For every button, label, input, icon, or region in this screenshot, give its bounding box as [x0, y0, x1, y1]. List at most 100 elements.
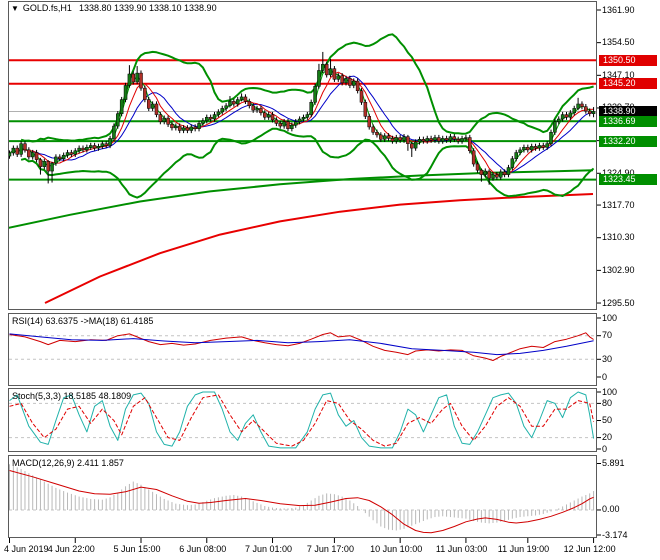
bull-candle — [433, 137, 437, 141]
bull-candle — [309, 101, 313, 115]
bear-candle — [263, 112, 267, 118]
price-axis-label: 1354.50 — [602, 37, 635, 48]
bull-candle — [498, 171, 503, 178]
bear-candle — [359, 90, 364, 103]
bull-candle — [568, 112, 573, 118]
bull-candle — [394, 137, 399, 142]
bear-candle — [564, 114, 569, 118]
bear-candle — [355, 80, 360, 92]
bear-candle — [139, 72, 143, 89]
time-axis-label: 6 Jun 08:00 — [179, 544, 227, 554]
bear-candle — [243, 96, 248, 102]
price-badge-red: 1345.20 — [599, 78, 657, 90]
macd-axis-label: -3.174 — [602, 529, 628, 540]
bull-candle — [112, 125, 116, 139]
bull-candle — [293, 121, 298, 126]
bear-candle — [158, 114, 163, 122]
bull-candle — [224, 105, 228, 109]
bear-candle — [154, 103, 159, 115]
price-badge-green: 1336.69 — [599, 115, 657, 127]
price-badge-red: 1350.50 — [599, 54, 657, 66]
time-axis-label: 10 Jun 10:00 — [370, 544, 423, 554]
time-axis-label: 11 Jun 03:00 — [435, 544, 488, 554]
bull-candle — [460, 138, 464, 142]
time-axis-label: 4 Jun 22:00 — [47, 544, 95, 554]
symbol-dropdown-icon[interactable]: ▼ — [11, 4, 19, 13]
bull-candle — [506, 167, 511, 175]
macd-axis-label: 5.891 — [602, 458, 625, 468]
stoch-axis-label: 20 — [602, 432, 613, 443]
rsi-axis-label: 70 — [602, 330, 613, 341]
bear-candle — [251, 105, 255, 111]
bull-candle — [201, 120, 205, 124]
bear-candle — [526, 146, 530, 151]
bull-candle — [123, 85, 128, 100]
bull-candle — [73, 150, 78, 155]
bull-candle — [529, 146, 534, 151]
bull-candle — [162, 117, 166, 122]
bull-candle — [328, 68, 333, 76]
stoch-axis-label: 0 — [602, 443, 608, 454]
stoch-axis-label: 100 — [602, 386, 618, 397]
bear-candle — [479, 169, 484, 175]
bull-candle — [317, 70, 321, 87]
bull-candle — [553, 121, 557, 133]
bull-candle — [413, 141, 418, 149]
bear-candle — [452, 136, 457, 140]
bull-candle — [197, 123, 201, 129]
bear-candle — [208, 116, 213, 120]
bear-candle — [193, 126, 197, 129]
time-axis: 4 Jun 2019 4 Jun 22:00 5 Jun 15:00 6 Jun 08… — [0, 544, 660, 560]
bear-candle — [23, 143, 27, 151]
rsi-graphics — [9, 332, 596, 361]
bull-candle — [96, 146, 101, 149]
time-axis-label: 12 Jun 12:00 — [563, 544, 616, 554]
ohlc-values: 1338.80 1339.90 1338.10 1338.90 — [78, 3, 217, 13]
bear-candle — [580, 103, 584, 107]
bear-candle — [15, 147, 19, 155]
bear-candle — [502, 171, 507, 175]
bull-candle — [440, 138, 445, 142]
bear-candle — [46, 161, 50, 172]
bull-candle — [30, 152, 35, 158]
macd-graphics — [9, 464, 596, 534]
bull-candle — [50, 162, 54, 172]
bull-candle — [85, 146, 89, 151]
bull-candle — [483, 170, 488, 175]
bear-candle — [495, 174, 499, 178]
bear-candle — [166, 117, 170, 125]
bull-candle — [189, 126, 194, 131]
bull-candle — [88, 145, 93, 148]
bull-candle — [448, 136, 453, 141]
bear-candle — [444, 138, 449, 141]
macd-axis-label: 0.00 — [602, 504, 620, 515]
stoch-axis-label: 80 — [602, 397, 613, 408]
bear-candle — [81, 147, 85, 151]
rsi-axis-label: 100 — [602, 312, 618, 323]
stochastic-indicator-label: Stoch(5,3,3) 18.5185 48.1809 — [12, 391, 132, 401]
bull-candle — [205, 116, 209, 122]
bear-candle — [143, 87, 147, 100]
bear-candle — [340, 75, 344, 84]
bear-candle — [348, 78, 352, 86]
bear-candle — [386, 135, 391, 139]
bear-candle — [390, 138, 395, 142]
bull-candle — [282, 121, 286, 127]
symbol-period-label: GOLD.fs,H1 — [22, 3, 72, 13]
chart-canvas[interactable] — [0, 0, 660, 560]
bear-candle — [410, 143, 414, 149]
bull-candle — [313, 86, 317, 103]
bear-candle — [437, 137, 441, 142]
time-axis-label: 11 Jun 19:00 — [497, 544, 550, 554]
bear-candle — [332, 68, 337, 80]
bear-candle — [468, 137, 472, 152]
bull-candle — [425, 138, 429, 142]
bear-candle — [456, 139, 460, 142]
bull-candle — [216, 111, 221, 115]
price-axis: 1361.901354.501347.101339.701332.301324.… — [599, 0, 660, 560]
rsi-line — [9, 332, 594, 361]
bear-candle — [471, 150, 476, 165]
bear-candle — [34, 152, 39, 160]
bear-candle — [421, 139, 426, 142]
bull-candle — [560, 114, 565, 120]
